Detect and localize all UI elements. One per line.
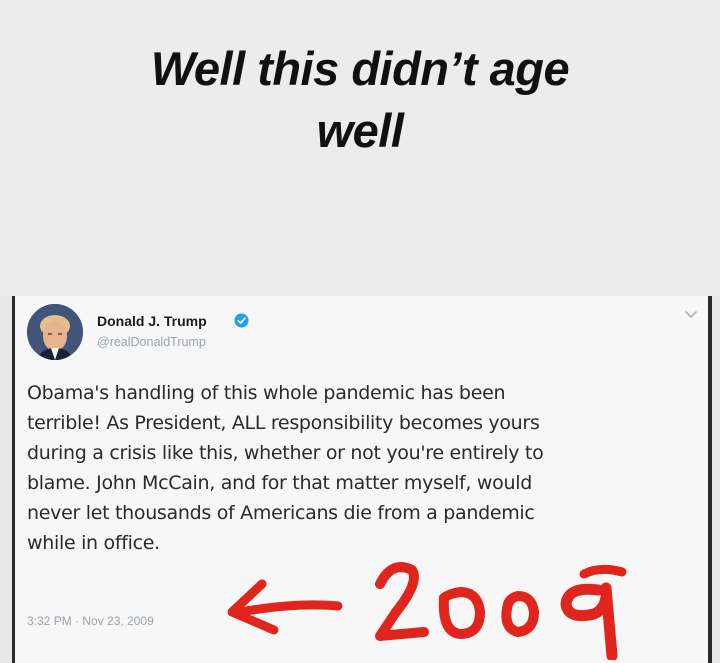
caption-line-1: Well this didn’t age xyxy=(150,42,570,95)
verified-icon xyxy=(234,313,249,328)
author-handle[interactable]: @realDonaldTrump xyxy=(97,335,206,349)
handwritten-year-annotation xyxy=(375,562,627,660)
chevron-down-icon[interactable] xyxy=(684,310,698,320)
tweet-text: Obama's handling of this whole pandemic … xyxy=(27,382,544,554)
meme-caption-area: Well this didn’t age well xyxy=(0,0,720,296)
handwritten-arrow-icon xyxy=(227,579,343,635)
author-name[interactable]: Donald J. Trump xyxy=(97,313,207,329)
meme-caption: Well this didn’t age well xyxy=(60,38,660,162)
avatar-image xyxy=(27,304,83,360)
caption-line-2: well xyxy=(316,104,404,157)
avatar[interactable] xyxy=(27,304,83,360)
tweet-timestamp[interactable]: 3:32 PM · Nov 23, 2009 xyxy=(27,614,154,628)
